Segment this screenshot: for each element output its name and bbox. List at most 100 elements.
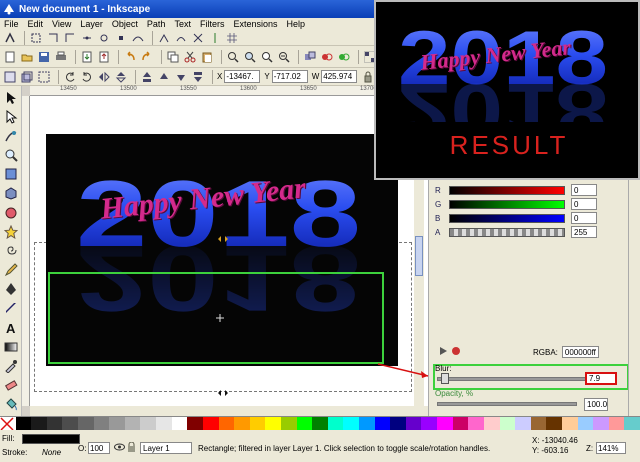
blur-slider-thumb[interactable]: [441, 373, 449, 384]
palette-swatch[interactable]: [421, 417, 438, 431]
paste-icon[interactable]: [200, 50, 214, 64]
zoom-selection-icon[interactable]: [226, 50, 240, 64]
select-all-icon[interactable]: [3, 70, 17, 84]
ellipse-tool-icon[interactable]: [3, 205, 19, 220]
no-paint-swatch[interactable]: [0, 417, 16, 431]
palette-swatch[interactable]: [140, 417, 157, 431]
pen-tool-icon[interactable]: [3, 282, 19, 297]
palette-swatch[interactable]: [187, 417, 203, 431]
x-field[interactable]: [224, 70, 261, 83]
palette-swatch[interactable]: [359, 417, 375, 431]
duplicate-icon[interactable]: [303, 50, 317, 64]
menu-view[interactable]: View: [52, 19, 71, 29]
green-value[interactable]: 0: [571, 198, 597, 210]
text-tool-icon[interactable]: A: [3, 320, 19, 335]
menu-text[interactable]: Text: [174, 19, 191, 29]
snap-nodes-icon[interactable]: [114, 31, 128, 45]
rgba-field[interactable]: 000000ff: [561, 346, 599, 358]
zoom-page-icon[interactable]: [260, 50, 274, 64]
snap-bbox-icon[interactable]: [29, 31, 43, 45]
palette-swatch[interactable]: [405, 417, 422, 431]
snap-corner-icon[interactable]: [63, 31, 77, 45]
palette-swatch[interactable]: [515, 417, 531, 431]
horizontal-scrollbar[interactable]: [30, 406, 428, 416]
blue-value[interactable]: 0: [571, 212, 597, 224]
palette-swatch[interactable]: [624, 417, 640, 431]
palette-swatch[interactable]: [546, 417, 562, 431]
calligraphy-tool-icon[interactable]: [3, 301, 19, 316]
palette-swatch[interactable]: [249, 417, 266, 431]
raise-icon[interactable]: [157, 70, 171, 84]
snap-guide-icon[interactable]: [208, 31, 222, 45]
opacity-status-field[interactable]: 100: [88, 442, 110, 454]
select-all-layers-icon[interactable]: [20, 70, 34, 84]
stroke-value[interactable]: None: [42, 448, 61, 457]
palette-swatch[interactable]: [499, 417, 516, 431]
lower-icon[interactable]: [174, 70, 188, 84]
flip-horizontal-icon[interactable]: [97, 70, 111, 84]
lower-to-bottom-icon[interactable]: [191, 70, 205, 84]
print-icon[interactable]: [54, 50, 68, 64]
palette-swatch[interactable]: [124, 417, 141, 431]
alpha-channel-slider[interactable]: [449, 227, 565, 237]
menu-extensions[interactable]: Extensions: [233, 19, 277, 29]
w-field[interactable]: [321, 70, 358, 83]
alpha-value[interactable]: 255: [571, 226, 597, 238]
palette-swatch[interactable]: [202, 417, 219, 431]
palette-swatch[interactable]: [296, 417, 313, 431]
palette-swatch[interactable]: [452, 417, 469, 431]
clone-icon[interactable]: [320, 50, 334, 64]
palette-swatch[interactable]: [593, 417, 609, 431]
menu-layer[interactable]: Layer: [80, 19, 103, 29]
green-channel-slider[interactable]: [449, 199, 565, 209]
menu-path[interactable]: Path: [147, 19, 166, 29]
palette-swatch[interactable]: [46, 417, 63, 431]
blue-channel-slider[interactable]: [449, 213, 565, 223]
palette-swatch[interactable]: [156, 417, 172, 431]
palette-swatch[interactable]: [93, 417, 110, 431]
palette-swatch[interactable]: [312, 417, 328, 431]
eraser-tool-icon[interactable]: [3, 378, 19, 393]
vertical-scroll-thumb[interactable]: [415, 236, 423, 276]
menu-filters[interactable]: Filters: [200, 19, 225, 29]
node-tool-icon[interactable]: [3, 109, 19, 124]
palette-swatch[interactable]: [374, 417, 391, 431]
star-tool-icon[interactable]: [3, 224, 19, 239]
menu-object[interactable]: Object: [112, 19, 138, 29]
lock-icon[interactable]: [127, 441, 136, 454]
palette-swatch[interactable]: [31, 417, 47, 431]
red-channel-slider[interactable]: [449, 185, 565, 195]
import-icon[interactable]: [80, 50, 94, 64]
tweak-tool-icon[interactable]: [3, 128, 19, 143]
rotate-ccw-icon[interactable]: [63, 70, 77, 84]
menu-file[interactable]: File: [4, 19, 19, 29]
zoom-tool-icon[interactable]: [3, 148, 19, 163]
zoom-field[interactable]: 141%: [596, 442, 626, 454]
blur-value-field[interactable]: 7.9: [585, 372, 617, 385]
eye-visibility-icon[interactable]: [114, 442, 125, 454]
menu-edit[interactable]: Edit: [28, 19, 44, 29]
save-icon[interactable]: [37, 50, 51, 64]
snap-cusp-icon[interactable]: [157, 31, 171, 45]
palette-swatch[interactable]: [608, 417, 625, 431]
redo-icon[interactable]: [140, 50, 154, 64]
snap-center-icon[interactable]: [97, 31, 111, 45]
palette-swatch[interactable]: [15, 417, 32, 431]
selector-tool-icon[interactable]: [3, 90, 19, 105]
rotate-cw-icon[interactable]: [80, 70, 94, 84]
opacity-value-field[interactable]: 100.0: [584, 398, 608, 411]
palette-swatch[interactable]: [530, 417, 547, 431]
snap-path-icon[interactable]: [131, 31, 145, 45]
snap-grid-icon[interactable]: [225, 31, 239, 45]
snap-smooth-icon[interactable]: [174, 31, 188, 45]
color-picker-icons[interactable]: [439, 346, 463, 356]
copy-icon[interactable]: [166, 50, 180, 64]
y-field[interactable]: [271, 70, 308, 83]
palette-swatch[interactable]: [577, 417, 594, 431]
palette-swatch[interactable]: [62, 417, 79, 431]
palette-swatch[interactable]: [327, 417, 344, 431]
red-value[interactable]: 0: [571, 184, 597, 196]
unlink-clone-icon[interactable]: [337, 50, 351, 64]
flip-vertical-icon[interactable]: [114, 70, 128, 84]
scale-handle-icon[interactable]: [218, 236, 228, 242]
